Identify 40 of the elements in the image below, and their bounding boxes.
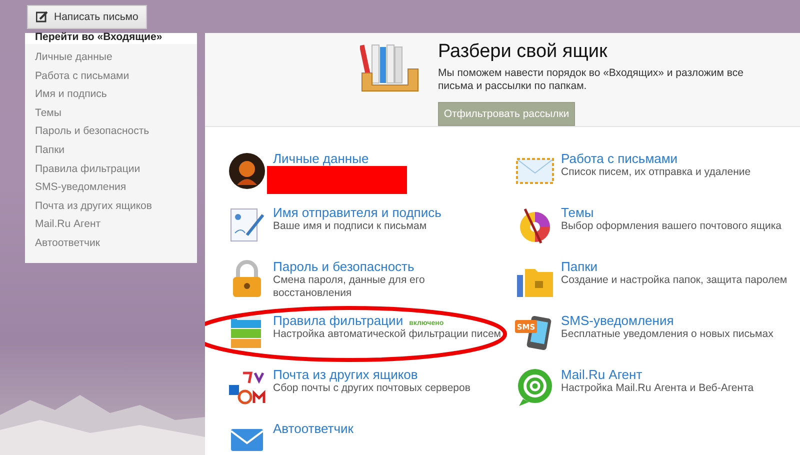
promo-title: Разбери свой ящик [438,41,608,63]
setting-link[interactable]: Темы [561,205,594,220]
setting-link[interactable]: Пароль и безопасность [273,259,414,274]
setting-description: Сбор почты с других почтовых серверов [273,382,472,395]
setting-description: Настройка автоматической фильтрации писем [273,328,502,341]
sidebar-item[interactable]: Личные данные [25,48,197,67]
inbox-link[interactable]: Перейти во «Входящие» [25,33,197,44]
sidebar-item[interactable]: Папки [25,140,197,160]
sidebar-item[interactable]: Пароль и безопасность [25,122,197,141]
sidebar-item[interactable]: Работа с письмами [25,66,197,86]
setting-link[interactable]: Правила фильтрации [273,313,404,328]
setting-description: Ваше имя и подписи к письмам [273,220,428,233]
setting-description: Настройка Mail.Ru Агента и Веб-Агента [561,382,755,395]
setting-description: Создание и настройка папок, защита паролем [561,274,788,287]
sidebar-item[interactable]: Темы [25,104,197,122]
sidebar-item[interactable]: Автоответчик [25,234,197,253]
sidebar-item[interactable]: Имя и подпись [25,85,197,104]
setting-link[interactable]: Почта из других ящиков [273,367,418,382]
setting-link[interactable]: Имя отправителя и подпись [273,205,442,220]
filter-newsletters-button[interactable]: Отфильтровать рассылки [438,102,575,126]
promo-description: Мы поможем навести порядок во «Входящих» и разложим все письма и рассылки по папкам. [438,67,744,93]
portrait-icon [227,151,267,191]
setting-link[interactable]: Личные данные [273,151,369,166]
setting-description: Выбор оформления вашего почтового ящика [561,220,782,233]
sidebar-item[interactable]: Почта из других ящиков [25,196,197,216]
setting-link[interactable]: SMS-уведомления [561,313,674,328]
setting-link[interactable]: Mail.Ru Агент [561,367,642,382]
setting-description: Бесплатные уведомления о новых письмах [561,328,774,341]
compose-button[interactable]: Написать письмо [27,5,148,29]
edit-icon [36,11,48,23]
sidebar-item[interactable]: Правила фильтрации [25,160,197,178]
chat-at-icon [515,367,555,407]
sidebar-item[interactable]: Mail.Ru Агент [25,215,197,234]
sidebar-item[interactable]: SMS-уведомления [25,178,197,197]
file-organizer-icon [360,43,420,93]
setting-link[interactable]: Папки [561,259,598,274]
setting-link[interactable]: Работа с письмами [561,151,678,166]
setting-description: Список писем, их отправка и удаление [561,166,752,179]
setting-description: Смена пароля, данные для его восстановления [273,274,426,300]
setting-link[interactable]: Автоответчик [273,421,354,436]
